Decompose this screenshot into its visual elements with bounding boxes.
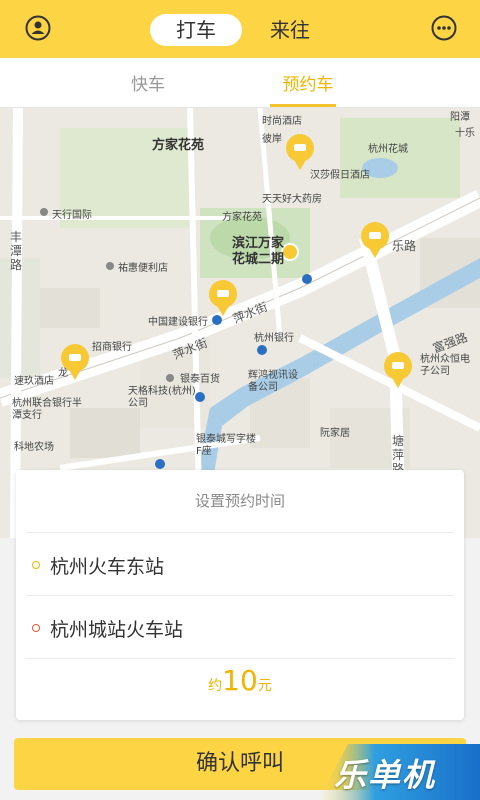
- map-label: 杭州众恒电子公司: [420, 354, 470, 377]
- map-label: 花城二期: [232, 252, 285, 267]
- map-label: 阮家居: [320, 428, 350, 439]
- set-time-button[interactable]: 设置预约时间: [16, 470, 464, 532]
- map-label: 科地农场: [14, 442, 54, 453]
- divider: [26, 658, 454, 659]
- price-estimate: 约10元: [16, 664, 464, 712]
- top-bar: 打车 来往: [0, 0, 480, 58]
- mode-switch: 打车 来往: [150, 14, 330, 46]
- map-label: 祐惠便利店: [118, 263, 168, 274]
- road-label: 乐路: [392, 239, 417, 253]
- map-label: 杭州联合银行半潭支行: [12, 398, 82, 421]
- current-location-icon: [281, 243, 299, 261]
- tab-taxi[interactable]: 打车: [150, 14, 242, 46]
- price-value: 10: [222, 664, 258, 697]
- map-label: 天天好大药房: [262, 194, 322, 205]
- map-label: 时尚酒店: [262, 116, 302, 127]
- map-label: 银泰城写字楼F座: [196, 434, 256, 457]
- map-label: 招商银行: [92, 342, 132, 353]
- active-tab-indicator: [270, 104, 336, 107]
- price-prefix: 约: [208, 678, 223, 694]
- map-label: 杭州花城: [368, 144, 408, 155]
- map-label: 龙: [58, 368, 68, 379]
- map-label: 天行国际: [52, 210, 92, 221]
- destination-text: 杭州城站火车站: [50, 619, 184, 641]
- map-label: 辉鸿视讯设备公司: [248, 370, 298, 393]
- booking-panel: 设置预约时间 杭州火车东站 杭州城站火车站 约10元: [16, 470, 464, 720]
- destination-field[interactable]: 杭州城站火车站: [16, 597, 464, 659]
- map-label: 银泰百货: [180, 374, 220, 385]
- map-label: 天格科技(杭州)公司: [128, 386, 196, 409]
- road-label: 丰潭路: [10, 230, 23, 272]
- watermark-text: 乐单机: [334, 756, 437, 794]
- tab-reserve[interactable]: 预约车: [270, 70, 346, 96]
- tab-laiwang[interactable]: 来往: [250, 14, 330, 46]
- divider: [26, 595, 454, 596]
- tab-express[interactable]: 快车: [110, 70, 186, 96]
- map-label: 阳潭: [450, 112, 470, 123]
- map-label: 彼岸: [262, 134, 282, 145]
- chat-icon[interactable]: [430, 14, 458, 42]
- origin-dot-icon: [32, 561, 40, 569]
- origin-text: 杭州火车东站: [50, 556, 165, 578]
- map-label: 方家花苑: [152, 138, 205, 153]
- map-label: 方家花苑: [222, 212, 262, 223]
- map-label: 汉莎假日酒店: [310, 170, 370, 181]
- map-label: 杭州银行: [254, 333, 294, 344]
- car-marker[interactable]: [286, 134, 314, 170]
- price-unit: 元: [257, 678, 272, 694]
- user-icon[interactable]: [24, 14, 52, 42]
- destination-dot-icon: [32, 624, 40, 632]
- ride-type-tabs: 快车 预约车: [0, 58, 480, 108]
- origin-field[interactable]: 杭州火车东站: [16, 534, 464, 596]
- map-label: 十乐: [455, 128, 475, 139]
- map-label: 速玖酒店: [14, 376, 54, 387]
- map-label: 中国建设银行: [148, 317, 208, 328]
- divider: [26, 532, 454, 533]
